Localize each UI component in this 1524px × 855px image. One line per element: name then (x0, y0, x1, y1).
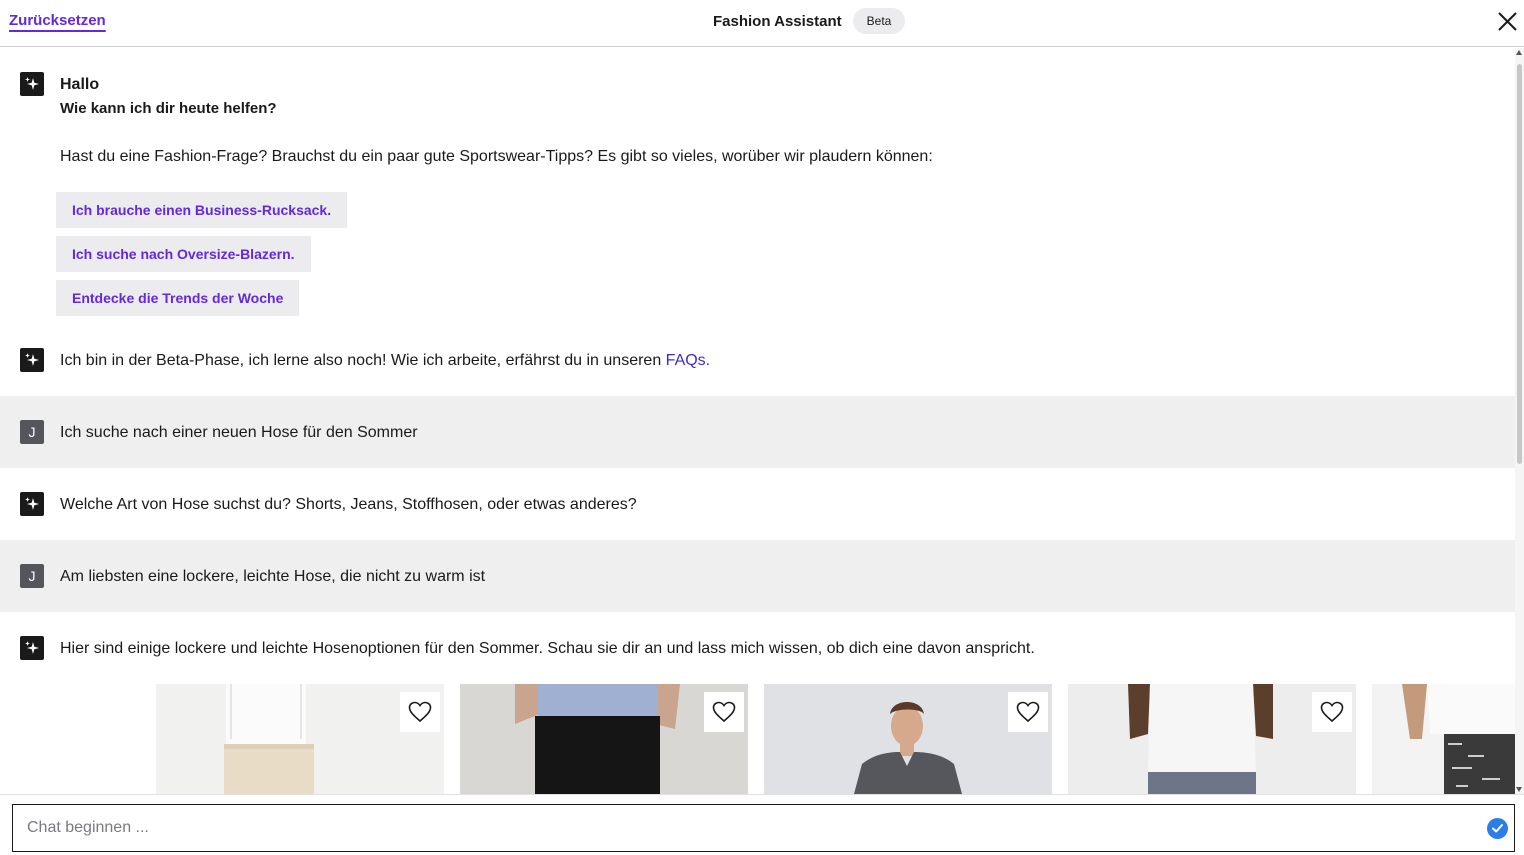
chat-input[interactable] (12, 804, 1515, 852)
scroll-down-arrow-icon[interactable] (1516, 787, 1522, 792)
sparkle-icon (20, 492, 44, 516)
ai-message-2: Hier sind einige lockere und leichte Hos… (0, 612, 1515, 684)
favorite-button[interactable] (1312, 692, 1352, 732)
product-card-5[interactable] (1372, 684, 1515, 794)
page-title: Fashion Assistant (713, 12, 842, 30)
greeting-line2: Wie kann ich dir heute helfen? (60, 100, 277, 117)
product-image (1372, 684, 1515, 794)
product-card-1[interactable] (156, 684, 444, 794)
heart-icon (1320, 701, 1344, 723)
heart-icon (1016, 701, 1040, 723)
user-message-2: J Am liebsten eine lockere, leichte Hose… (0, 540, 1515, 612)
product-card-4[interactable] (1068, 684, 1356, 794)
product-card-3[interactable] (764, 684, 1052, 794)
intro-text: Hast du eine Fashion-Frage? Brauchst du … (60, 148, 933, 165)
suggestion-chip-3[interactable]: Entdecke die Trends der Woche (56, 280, 300, 316)
close-icon[interactable] (1497, 11, 1518, 32)
ai-message-text: Welche Art von Hose suchst du? Shorts, J… (60, 496, 637, 513)
faq-link[interactable]: FAQs. (666, 352, 710, 369)
favorite-button[interactable] (1008, 692, 1048, 732)
sparkle-icon (20, 348, 44, 372)
user-avatar: J (20, 564, 44, 588)
input-area (0, 794, 1524, 855)
beta-notice: Ich bin in der Beta-Phase, ich lerne als… (60, 352, 710, 370)
heart-icon (712, 701, 736, 723)
user-message-1: J Ich suche nach einer neuen Hose für de… (0, 396, 1515, 468)
beta-badge: Beta (852, 8, 906, 34)
check-icon (1492, 824, 1503, 833)
ai-message-1: Welche Art von Hose suchst du? Shorts, J… (0, 468, 1515, 540)
ai-message-beta: Ich bin in der Beta-Phase, ich lerne als… (0, 324, 1515, 396)
header: Zurücksetzen Fashion Assistant Beta (0, 0, 1524, 47)
scrollbar[interactable] (1515, 48, 1524, 794)
reset-button[interactable]: Zurücksetzen (9, 12, 106, 29)
title-wrap: Fashion Assistant Beta (713, 8, 906, 34)
heart-icon (408, 701, 432, 723)
suggestion-chip-2[interactable]: Ich suche nach Oversize-Blazern. (56, 236, 311, 272)
chat-thread: Hallo Wie kann ich dir heute helfen? Has… (0, 48, 1515, 794)
sparkle-icon (20, 72, 44, 96)
scroll-up-arrow-icon[interactable] (1516, 50, 1522, 55)
favorite-button[interactable] (704, 692, 744, 732)
suggestion-chip-1[interactable]: Ich brauche einen Business-Rucksack. (56, 192, 348, 228)
beta-notice-text: Ich bin in der Beta-Phase, ich lerne als… (60, 352, 666, 369)
favorite-button[interactable] (400, 692, 440, 732)
scrollbar-thumb[interactable] (1517, 64, 1522, 464)
sparkle-icon (20, 636, 44, 660)
send-button[interactable] (1487, 818, 1508, 839)
user-message-text: Ich suche nach einer neuen Hose für den … (60, 424, 418, 441)
ai-message-greeting: Hallo Wie kann ich dir heute helfen? Has… (0, 48, 1515, 324)
product-card-2[interactable] (460, 684, 748, 794)
greeting-line1: Hallo (60, 76, 100, 93)
ai-message-text: Hier sind einige lockere und leichte Hos… (60, 640, 1035, 657)
user-message-text: Am liebsten eine lockere, leichte Hose, … (60, 568, 486, 585)
user-avatar: J (20, 420, 44, 444)
